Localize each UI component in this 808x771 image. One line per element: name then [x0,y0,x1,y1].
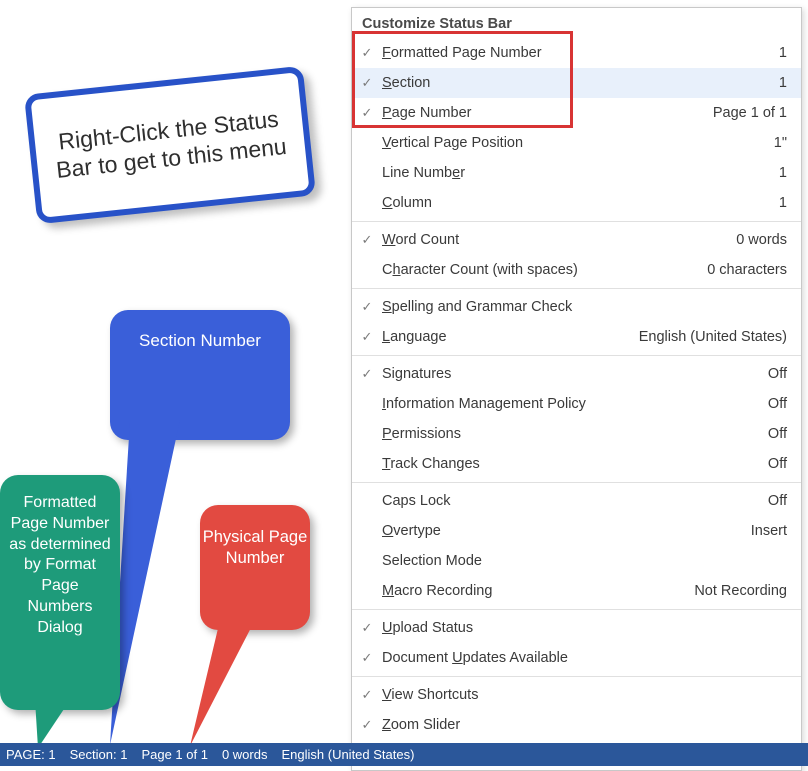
status-page-of[interactable]: Page 1 of 1 [141,747,208,762]
menu-item-label: View Shortcuts [382,687,787,703]
check-icon: ✓ [352,620,382,636]
menu-item-label: Signatures [382,366,768,382]
menu-item[interactable]: Vertical Page Position1" [352,128,801,158]
menu-item-label: Line Number [382,165,779,181]
menu-item-label: Zoom Slider [382,717,787,733]
menu-item-value: 1 [779,75,787,91]
menu-separator [352,288,801,289]
callout-formatted-page: Formatted Page Number as determined by F… [0,475,120,710]
menu-item[interactable]: ✓Zoom Slider [352,710,801,740]
menu-item-label: Character Count (with spaces) [382,262,707,278]
menu-item[interactable]: ✓View Shortcuts [352,680,801,710]
menu-item-label: Track Changes [382,456,768,472]
check-icon: ✓ [352,717,382,733]
menu-separator [352,676,801,677]
status-language[interactable]: English (United States) [281,747,414,762]
menu-item[interactable]: ✓Word Count0 words [352,225,801,255]
menu-item-value: Insert [751,523,787,539]
menu-item[interactable]: Macro RecordingNot Recording [352,576,801,606]
menu-item-label: Caps Lock [382,493,768,509]
menu-item-label: Document Updates Available [382,650,787,666]
status-bar[interactable]: PAGE: 1 Section: 1 Page 1 of 1 0 words E… [0,743,808,766]
status-section[interactable]: Section: 1 [70,747,128,762]
menu-item[interactable]: OvertypeInsert [352,516,801,546]
menu-item-value: Off [768,366,787,382]
menu-item-label: Formatted Page Number [382,45,779,61]
menu-item-label: Page Number [382,105,713,121]
menu-separator [352,221,801,222]
menu-item-label: Word Count [382,232,736,248]
callout-physical-tail [180,620,270,750]
menu-item-value: 1 [779,45,787,61]
menu-item[interactable]: Column1 [352,188,801,218]
menu-item-label: Permissions [382,426,768,442]
menu-item-value: 1 [779,195,787,211]
menu-item[interactable]: Information Management PolicyOff [352,389,801,419]
menu-item-label: Macro Recording [382,583,694,599]
callout-section-number: Section Number [110,310,290,440]
menu-item[interactable]: PermissionsOff [352,419,801,449]
menu-item-label: Column [382,195,779,211]
customize-status-bar-menu[interactable]: Customize Status Bar ✓Formatted Page Num… [351,7,802,771]
menu-item-label: Upload Status [382,620,787,636]
menu-item-label: Section [382,75,779,91]
menu-separator [352,609,801,610]
check-icon: ✓ [352,45,382,61]
menu-title: Customize Status Bar [352,8,801,38]
menu-item[interactable]: ✓Upload Status [352,613,801,643]
menu-item-value: Off [768,396,787,412]
check-icon: ✓ [352,329,382,345]
menu-item-label: Spelling and Grammar Check [382,299,787,315]
menu-item[interactable]: ✓SignaturesOff [352,359,801,389]
menu-item-value: 1" [774,135,787,151]
check-icon: ✓ [352,105,382,121]
menu-item-value: Off [768,493,787,509]
check-icon: ✓ [352,232,382,248]
menu-item-value: 1 [779,165,787,181]
menu-item-value: Page 1 of 1 [713,105,787,121]
instruction-text: Right-Click the Status Bar to get to thi… [46,105,294,185]
menu-item[interactable]: ✓Spelling and Grammar Check [352,292,801,322]
menu-item[interactable]: Line Number1 [352,158,801,188]
menu-item[interactable]: ✓LanguageEnglish (United States) [352,322,801,352]
menu-separator [352,482,801,483]
menu-item-value: 0 characters [707,262,787,278]
menu-item-value: English (United States) [639,329,787,345]
instruction-callout: Right-Click the Status Bar to get to thi… [24,66,316,225]
menu-item-label: Selection Mode [382,553,787,569]
check-icon: ✓ [352,75,382,91]
menu-item[interactable]: Caps LockOff [352,486,801,516]
menu-item[interactable]: ✓Formatted Page Number1 [352,38,801,68]
menu-item[interactable]: Track ChangesOff [352,449,801,479]
menu-item[interactable]: ✓Document Updates Available [352,643,801,673]
check-icon: ✓ [352,299,382,315]
menu-item-value: 0 words [736,232,787,248]
callout-physical-text: Physical Page Number [200,527,310,570]
menu-item[interactable]: ✓Page NumberPage 1 of 1 [352,98,801,128]
status-words[interactable]: 0 words [222,747,268,762]
menu-item[interactable]: Selection Mode [352,546,801,576]
status-page[interactable]: PAGE: 1 [6,747,56,762]
menu-item[interactable]: Character Count (with spaces)0 character… [352,255,801,285]
menu-item-label: Vertical Page Position [382,135,774,151]
menu-item-value: Not Recording [694,583,787,599]
menu-item-label: Information Management Policy [382,396,768,412]
check-icon: ✓ [352,687,382,703]
menu-item-value: Off [768,456,787,472]
check-icon: ✓ [352,650,382,666]
callout-formatted-text: Formatted Page Number as determined by F… [8,493,112,639]
check-icon: ✓ [352,366,382,382]
callout-physical-page: Physical Page Number [200,505,310,630]
callout-section-text: Section Number [139,330,261,352]
menu-separator [352,355,801,356]
menu-item[interactable]: ✓Section1 [352,68,801,98]
menu-item-value: Off [768,426,787,442]
menu-item-label: Language [382,329,639,345]
menu-item-label: Overtype [382,523,751,539]
